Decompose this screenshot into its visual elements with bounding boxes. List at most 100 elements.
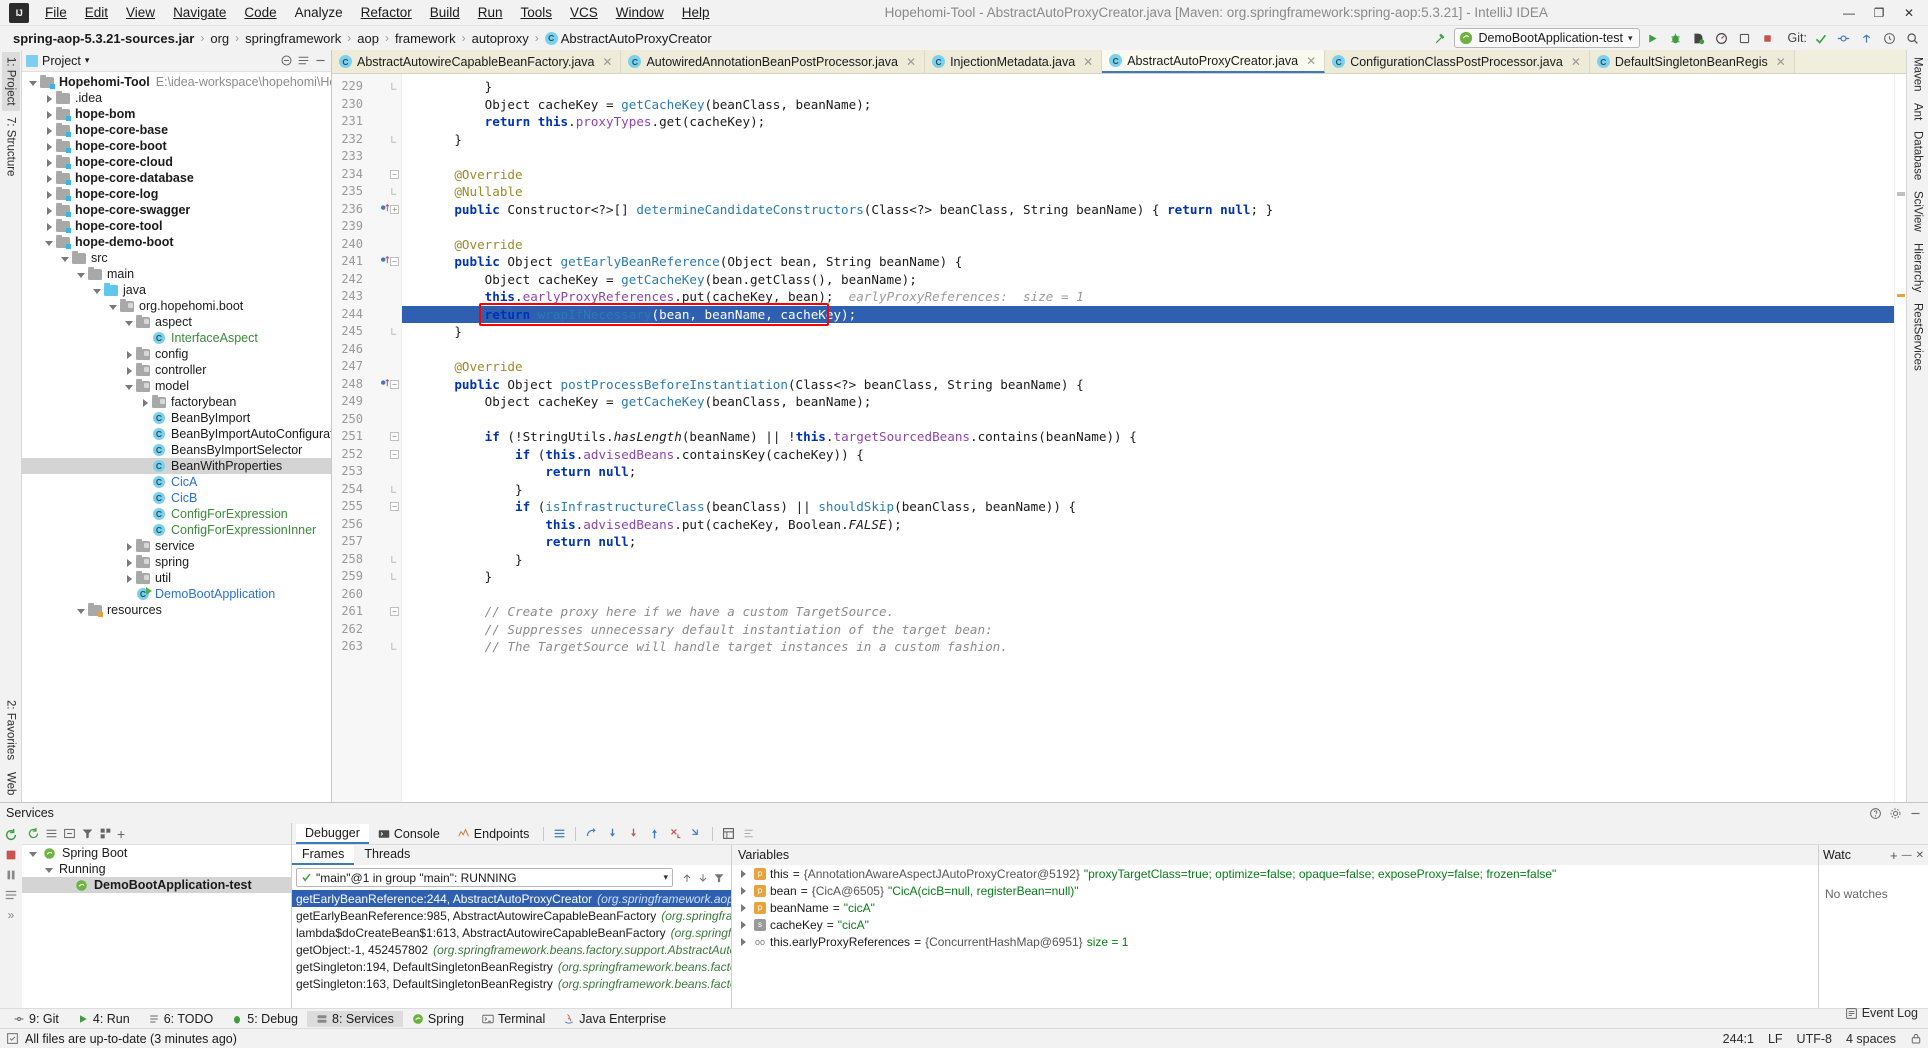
editor-tab[interactable]: C AbstractAutoProxyCreator.java ✕ bbox=[1102, 50, 1326, 73]
editor-tab[interactable]: C ConfigurationClassPostProcessor.java ✕ bbox=[1325, 50, 1590, 73]
editor-tab[interactable]: C DefaultSingletonBeanRegis ✕ bbox=[1589, 50, 1795, 73]
code-fold-icon[interactable] bbox=[390, 485, 399, 494]
tree-node[interactable]: factorybean bbox=[22, 394, 331, 410]
tree-node[interactable]: hope-demo-boot bbox=[22, 234, 331, 250]
close-icon[interactable]: ✕ bbox=[906, 55, 916, 69]
rerun-icon[interactable] bbox=[4, 828, 18, 842]
chevron-right-icon[interactable] bbox=[44, 93, 55, 104]
drop-frame-icon[interactable] bbox=[669, 827, 682, 840]
chevron-right-icon[interactable] bbox=[44, 141, 55, 152]
gear-icon[interactable] bbox=[1889, 807, 1902, 820]
code-line[interactable]: @Override bbox=[402, 236, 1894, 254]
code-line[interactable]: if (isInfrastructureClass(beanClass) || … bbox=[402, 498, 1894, 516]
collapse-all-icon[interactable] bbox=[280, 54, 293, 67]
more-icon[interactable]: » bbox=[8, 908, 15, 922]
run-button[interactable] bbox=[1643, 28, 1663, 48]
sidebar-item-web[interactable]: Web bbox=[2, 767, 20, 800]
group-icon[interactable] bbox=[99, 827, 112, 840]
chevron-down-icon[interactable] bbox=[124, 381, 135, 392]
add-watch-icon[interactable]: + bbox=[1890, 848, 1898, 863]
minimize-button[interactable]: — bbox=[1834, 1, 1864, 25]
code-fold-icon[interactable]: − bbox=[390, 502, 399, 511]
tree-node[interactable]: hope-core-base bbox=[22, 122, 331, 138]
breadcrumb-item-springframework[interactable]: springframework bbox=[240, 30, 346, 47]
code-fold-icon[interactable] bbox=[390, 327, 399, 336]
tree-node[interactable]: spring bbox=[22, 554, 331, 570]
chevron-right-icon[interactable] bbox=[124, 557, 135, 568]
code-line[interactable]: if (!StringUtils.hasLength(beanName) || … bbox=[402, 428, 1894, 446]
variables-list[interactable]: p this = {AnnotationAwareAspectJAutoProxyCr… bbox=[732, 865, 1818, 1008]
stop-icon[interactable] bbox=[4, 848, 18, 862]
tool-window-button-8-services[interactable]: 8: Services bbox=[307, 1010, 403, 1027]
code-line[interactable] bbox=[402, 411, 1894, 429]
chevron-down-icon[interactable] bbox=[76, 605, 87, 616]
editor-tab[interactable]: C AbstractAutowireCapableBeanFactory.java… bbox=[332, 50, 622, 73]
arrow-up-icon[interactable] bbox=[681, 872, 693, 884]
frame-row[interactable]: getEarlyBeanReference:985, AbstractAutow… bbox=[292, 907, 731, 924]
expand-all-icon[interactable] bbox=[45, 827, 58, 840]
marker-scrollbar[interactable] bbox=[1894, 74, 1906, 802]
variable-row[interactable]: p this = {AnnotationAwareAspectJAutoProxyCr… bbox=[732, 865, 1818, 882]
code-fold-icon[interactable] bbox=[390, 572, 399, 581]
tree-node[interactable]: hope-core-boot bbox=[22, 138, 331, 154]
code-line[interactable]: } bbox=[402, 78, 1894, 96]
tree-node[interactable]: InterfaceAspect bbox=[22, 330, 331, 346]
editor-tab[interactable]: C InjectionMetadata.java ✕ bbox=[925, 50, 1103, 73]
run-with-coverage-button[interactable] bbox=[1689, 28, 1709, 48]
tree-node[interactable]: controller bbox=[22, 362, 331, 378]
code-line[interactable]: this.advisedBeans.put(cacheKey, Boolean.… bbox=[402, 516, 1894, 534]
build-hammer-icon[interactable] bbox=[1431, 28, 1451, 48]
git-update-icon[interactable] bbox=[1810, 28, 1830, 48]
tree-node[interactable]: CicB bbox=[22, 490, 331, 506]
chevron-right-icon[interactable] bbox=[44, 173, 55, 184]
code-line[interactable]: return null; bbox=[402, 533, 1894, 551]
run-to-cursor-icon[interactable] bbox=[690, 827, 703, 840]
chevron-down-icon[interactable] bbox=[44, 864, 55, 875]
code-line[interactable]: public Constructor<?>[] determineCandida… bbox=[402, 201, 1894, 219]
breadcrumb-item-aop[interactable]: aop bbox=[352, 30, 384, 47]
chevron-right-icon[interactable] bbox=[738, 936, 749, 947]
pause-icon[interactable] bbox=[4, 868, 18, 882]
code-line[interactable]: if (this.advisedBeans.containsKey(cacheK… bbox=[402, 446, 1894, 464]
menu-window[interactable]: Window bbox=[607, 2, 673, 23]
code-line[interactable]: @Override bbox=[402, 166, 1894, 184]
code-line[interactable]: // The TargetSource will handle target i… bbox=[402, 638, 1894, 656]
code-line[interactable]: } bbox=[402, 481, 1894, 499]
debug-button[interactable] bbox=[1666, 28, 1686, 48]
code-line[interactable] bbox=[402, 218, 1894, 236]
code-fold-icon[interactable]: − bbox=[390, 257, 399, 266]
caret-position[interactable]: 244:1 bbox=[1723, 1032, 1754, 1046]
code-line[interactable]: @Override bbox=[402, 358, 1894, 376]
chevron-right-icon[interactable] bbox=[124, 541, 135, 552]
tree-node[interactable]: BeansByImportSelector bbox=[22, 442, 331, 458]
search-everywhere-icon[interactable] bbox=[1902, 28, 1922, 48]
editor-gutter[interactable]: 229 230 231 232 233 234 − 235 236 +239 240 241 − 242 2… bbox=[332, 74, 402, 802]
tool-window-button-6-todo[interactable]: 6: TODO bbox=[139, 1011, 223, 1027]
chevron-right-icon[interactable] bbox=[44, 157, 55, 168]
tree-node[interactable]: .idea bbox=[22, 90, 331, 106]
tree-node[interactable]: hope-bom bbox=[22, 106, 331, 122]
step-over-icon[interactable] bbox=[585, 827, 598, 840]
chevron-down-icon[interactable] bbox=[28, 848, 39, 859]
frame-row[interactable]: lambda$doCreateBean$1:613, AbstractAutow… bbox=[292, 924, 731, 941]
sidebar-item-maven[interactable]: Maven bbox=[1909, 52, 1927, 97]
chevron-right-icon[interactable] bbox=[738, 919, 749, 930]
close-button[interactable]: ✕ bbox=[1894, 1, 1924, 25]
sync-icon[interactable] bbox=[6, 1032, 19, 1045]
code-line[interactable]: // Create proxy here if we have a custom… bbox=[402, 603, 1894, 621]
refresh-icon[interactable] bbox=[27, 827, 40, 840]
attach-button[interactable] bbox=[1735, 28, 1755, 48]
tree-node[interactable]: BeanWithProperties bbox=[22, 458, 331, 474]
code-line[interactable]: public Object getEarlyBeanReference(Obje… bbox=[402, 253, 1894, 271]
variable-row[interactable]: p bean = {CicA@6505} "CicA(cicB=null, regist… bbox=[732, 882, 1818, 899]
breadcrumb-item-jar[interactable]: spring-aop-5.3.21-sources.jar bbox=[8, 30, 199, 47]
sidebar-item-sciview[interactable]: SciView bbox=[1909, 186, 1927, 237]
chevron-right-icon[interactable] bbox=[124, 365, 135, 376]
breadcrumb-item-autoproxy[interactable]: autoproxy bbox=[467, 30, 534, 47]
chevron-right-icon[interactable] bbox=[44, 125, 55, 136]
menu-view[interactable]: View bbox=[117, 2, 164, 23]
chevron-right-icon[interactable] bbox=[44, 189, 55, 200]
code-fold-icon[interactable] bbox=[390, 642, 399, 651]
code-line[interactable] bbox=[402, 586, 1894, 604]
code-fold-icon[interactable] bbox=[390, 555, 399, 564]
